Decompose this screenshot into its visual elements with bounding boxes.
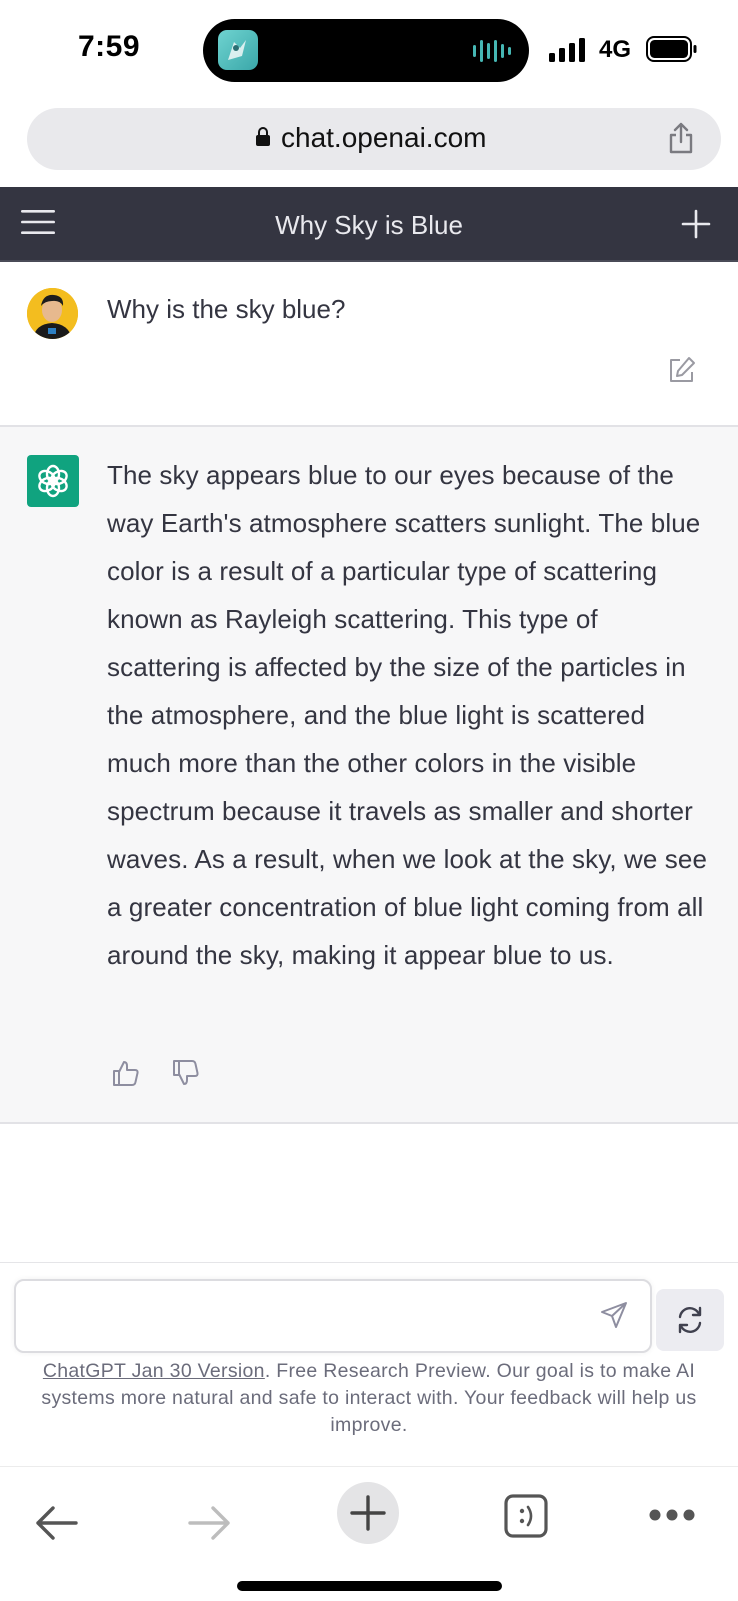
regenerate-icon <box>678 1306 702 1334</box>
thumbs-up-icon[interactable] <box>112 1059 140 1092</box>
share-icon[interactable] <box>667 122 695 154</box>
more-icon[interactable] <box>648 1508 696 1522</box>
composer: ChatGPT Jan 30 Version. Free Research Pr… <box>0 1262 738 1469</box>
new-tab-button[interactable] <box>337 1482 399 1544</box>
chat-title: Why Sky is Blue <box>275 210 463 240</box>
status-bar: 7:59 4G <box>0 0 738 100</box>
message-input-box[interactable] <box>14 1279 652 1353</box>
app-icon[interactable] <box>218 30 258 70</box>
edit-icon[interactable] <box>668 356 696 384</box>
message-input[interactable] <box>30 1295 594 1337</box>
avatar <box>27 288 78 339</box>
network-type: 4G <box>599 36 632 63</box>
back-arrow-icon[interactable] <box>34 1505 78 1541</box>
version-link[interactable]: ChatGPT Jan 30 Version <box>43 1360 265 1382</box>
signal-icon <box>549 38 585 62</box>
address-bar[interactable]: chat.openai.com <box>27 108 721 170</box>
assistant-message-text: The sky appears blue to our eyes because… <box>107 460 708 970</box>
user-message: Why is the sky blue? <box>0 262 738 427</box>
forward-arrow-icon[interactable] <box>188 1505 232 1541</box>
tabs-icon[interactable] <box>504 1494 548 1538</box>
openai-logo-icon <box>27 455 79 507</box>
status-time: 7:59 <box>78 30 141 63</box>
waveform-icon <box>473 40 511 62</box>
lock-icon <box>256 127 270 146</box>
dynamic-island[interactable] <box>203 19 529 82</box>
disclaimer: ChatGPT Jan 30 Version. Free Research Pr… <box>18 1358 720 1439</box>
url-text: chat.openai.com <box>281 122 487 153</box>
user-message-text: Why is the sky blue? <box>107 294 346 324</box>
new-tab-plus-icon <box>350 1495 386 1531</box>
send-icon[interactable] <box>600 1301 628 1329</box>
browser-toolbar <box>0 1466 738 1601</box>
home-indicator[interactable] <box>237 1581 502 1591</box>
battery-icon <box>646 36 697 62</box>
assistant-message: The sky appears blue to our eyes because… <box>0 427 738 1124</box>
regenerate-button[interactable] <box>656 1289 724 1351</box>
chat-header: Why Sky is Blue <box>0 187 738 262</box>
new-chat-plus-icon[interactable] <box>681 209 711 239</box>
thumbs-down-icon[interactable] <box>172 1059 200 1092</box>
